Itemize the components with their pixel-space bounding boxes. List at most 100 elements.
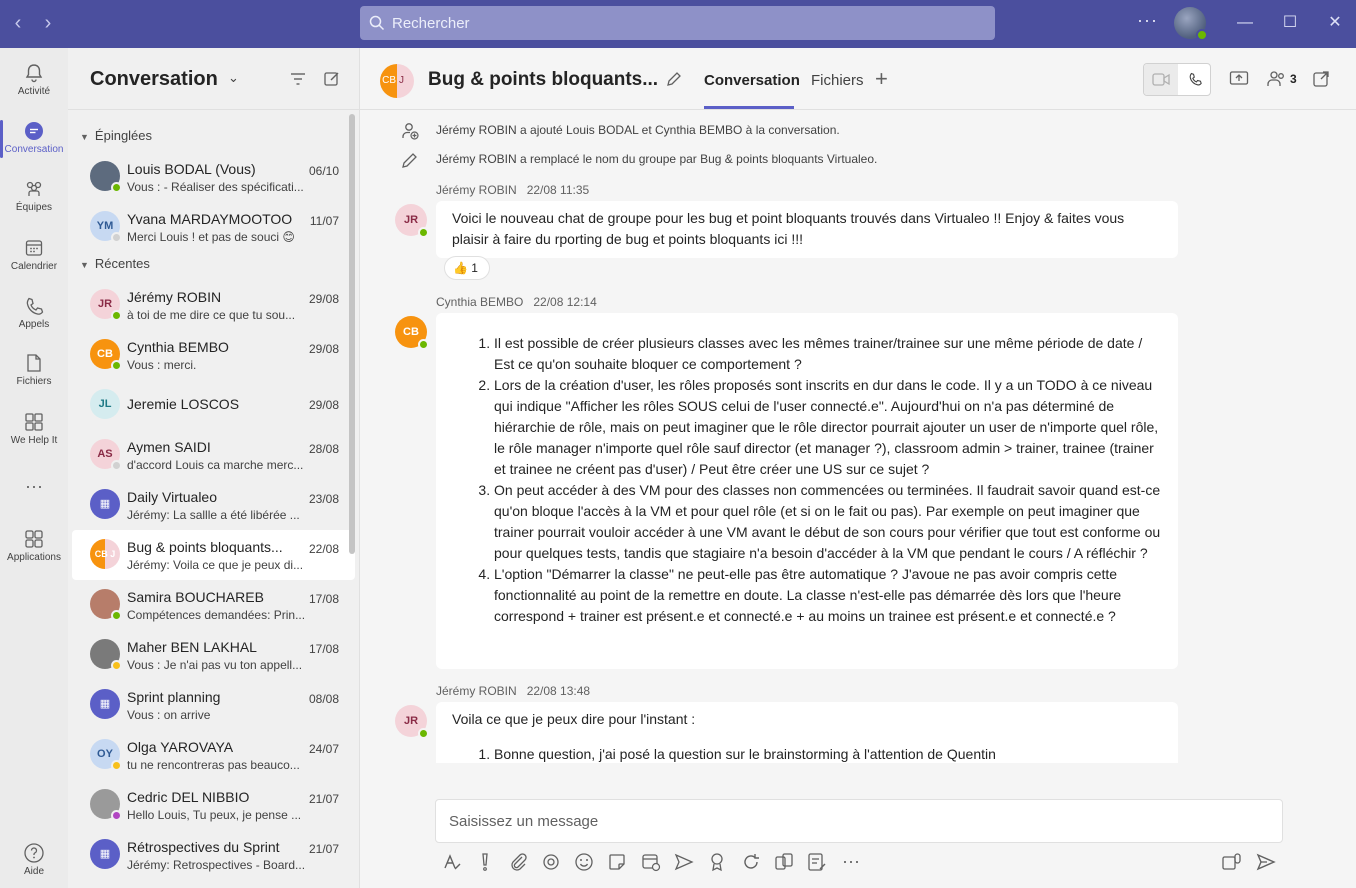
chat-list-item[interactable]: Louis BODAL (Vous) 06/10 Vous : - Réaliser…: [72, 152, 355, 202]
attach-icon[interactable]: [507, 851, 529, 873]
chat-name: Olga YAROVAYA: [127, 739, 234, 755]
chat-list-title[interactable]: Conversation: [90, 68, 218, 91]
avatar-initials: CB: [380, 64, 397, 98]
tab-files[interactable]: Fichiers: [811, 72, 864, 89]
format-text-icon[interactable]: [441, 851, 463, 873]
tab-conversation[interactable]: Conversation: [704, 72, 800, 89]
list-item: On peut accéder à des VM pour des classe…: [494, 480, 1162, 564]
search-bar[interactable]: Rechercher: [360, 6, 995, 40]
send-later-icon[interactable]: [673, 851, 695, 873]
edit-pencil-icon[interactable]: [665, 70, 683, 88]
chat-list-item[interactable]: AS Aymen SAIDI 28/08 d'accord Louis ca marc…: [72, 430, 355, 480]
recent-section-header[interactable]: ▼ Récentes: [80, 256, 150, 271]
audio-call-button[interactable]: [1178, 64, 1212, 95]
rail-item-conversation[interactable]: Conversation: [0, 112, 68, 168]
refresh-icon[interactable]: [740, 851, 762, 873]
avatar: ▦: [90, 839, 120, 869]
participants-button[interactable]: 3: [1266, 69, 1306, 91]
rail-item-activity[interactable]: Activité: [0, 54, 68, 110]
avatar: OY: [90, 739, 122, 771]
avatar[interactable]: CB: [395, 316, 429, 350]
video-call-button[interactable]: [1144, 64, 1178, 95]
dictate-icon[interactable]: [1221, 851, 1243, 873]
avatar-initials: CB J: [94, 549, 116, 559]
conversation-title[interactable]: Bug & points bloquants...: [428, 69, 658, 91]
message-bubble[interactable]: Il est possible de créer plusieurs class…: [436, 313, 1178, 669]
rail-item-we-help-it[interactable]: We Help It: [0, 403, 68, 459]
chat-name: Cedric DEL NIBBIO: [127, 789, 250, 805]
chat-list-item[interactable]: ▦ Daily Virtualeo 23/08 Jérémy: La sallle a…: [72, 480, 355, 530]
list-item: Lors de la création d'user, les rôles pr…: [494, 375, 1162, 480]
praise-icon[interactable]: [706, 851, 728, 873]
teams-icon: [26, 181, 42, 196]
message-time: 22/08 13:48: [526, 684, 591, 698]
avatar: ▦: [90, 689, 120, 719]
compose-box[interactable]: [435, 799, 1283, 843]
important-icon[interactable]: [474, 851, 496, 873]
chat-list-item[interactable]: JL Jeremie LOSCOS 29/08: [72, 380, 355, 430]
user-avatar[interactable]: [1174, 7, 1208, 41]
chat-list-item[interactable]: Cedric DEL NIBBIO 21/07 Hello Louis, Tu pe…: [72, 780, 355, 830]
close-icon[interactable]: ✕: [1324, 12, 1346, 34]
emoji-icon[interactable]: [573, 851, 595, 873]
sticker-icon[interactable]: [606, 851, 628, 873]
chat-preview: Merci Louis ! et pas de souci 😊: [127, 230, 295, 244]
chat-list-item[interactable]: Maher BEN LAKHAL 17/08 Vous : Je n'ai pas …: [72, 630, 355, 680]
chevron-down-icon[interactable]: ⌄: [228, 70, 239, 86]
call-buttons-group: [1143, 63, 1211, 96]
rail-item-teams[interactable]: Équipes: [0, 170, 68, 226]
more-options-icon[interactable]: ···: [1137, 10, 1158, 31]
pinned-section-header[interactable]: ▼ Épinglées: [80, 128, 152, 143]
filter-icon[interactable]: [289, 70, 307, 88]
loop-icon[interactable]: [540, 851, 562, 873]
rail-item-applications[interactable]: Applications: [0, 520, 68, 576]
chat-list-scrollbar[interactable]: [349, 114, 355, 554]
rail-item-calendar[interactable]: Calendrier: [0, 229, 68, 285]
maximize-icon[interactable]: ☐: [1279, 12, 1301, 34]
chat-list-item[interactable]: OY Olga YAROVAYA 24/07 tu ne rencontreras p…: [72, 730, 355, 780]
message-input[interactable]: [436, 800, 1282, 842]
avatar: [90, 639, 122, 671]
back-arrow-icon[interactable]: ‹: [8, 12, 28, 34]
chat-list-item[interactable]: CB J Bug & points bloquants... 22/08 Jérémy…: [72, 530, 355, 580]
pop-out-icon[interactable]: [1312, 70, 1330, 88]
new-chat-icon[interactable]: [323, 70, 341, 88]
chat-list-item[interactable]: Samira BOUCHAREB 17/08 Compétences demandé…: [72, 580, 355, 630]
presence-status-icon: [111, 232, 122, 243]
avatar[interactable]: JR: [395, 204, 429, 238]
chat-list-item[interactable]: YM Yvana MARDAYMOOTOO 11/07 Merci Louis ! e…: [72, 202, 355, 252]
message-time: 22/08 11:35: [526, 183, 590, 197]
avatar: [90, 161, 122, 193]
avatar-initials: JL: [98, 398, 112, 410]
more-apps-icon[interactable]: ···: [0, 468, 68, 524]
reaction-badge[interactable]: 👍 1: [444, 256, 490, 280]
schedule-meeting-icon[interactable]: [640, 851, 662, 873]
message-text: Voila ce que je peux dire pour l'instant…: [452, 711, 696, 727]
share-screen-icon[interactable]: [1229, 70, 1249, 88]
minimize-icon[interactable]: —: [1234, 12, 1256, 34]
approvals-icon[interactable]: [773, 851, 795, 873]
avatar[interactable]: JR: [395, 705, 429, 739]
chat-list-item[interactable]: ▦ Rétrospectives du Sprint 21/07 Jérémy: Re…: [72, 830, 355, 880]
active-tab-indicator: [704, 106, 794, 109]
chat-list-item[interactable]: CB Cynthia BEMBO 29/08 Vous : merci.: [72, 330, 355, 380]
video-camera-icon: [1152, 73, 1170, 86]
chat-icon: [25, 122, 43, 140]
chat-list-item[interactable]: ▦ Sprint planning 08/08 Vous : on arrive: [72, 680, 355, 730]
avatar-initials: CB: [97, 348, 113, 360]
message-bubble[interactable]: Voila ce que je peux dire pour l'instant…: [436, 702, 1178, 763]
add-tab-icon[interactable]: +: [875, 66, 888, 92]
phone-icon: [1189, 72, 1202, 86]
avatar: [90, 589, 122, 621]
send-icon[interactable]: [1255, 851, 1277, 873]
chat-list-item[interactable]: JR Jérémy ROBIN 29/08 à toi de me dire ce q…: [72, 280, 355, 330]
presence-status-icon: [111, 310, 122, 321]
message-bubble[interactable]: Voici le nouveau chat de groupe pour les…: [436, 201, 1178, 258]
rail-item-files[interactable]: Fichiers: [0, 344, 68, 400]
more-actions-icon[interactable]: ···: [842, 851, 860, 872]
forms-icon[interactable]: [806, 851, 828, 873]
rail-label: Aide: [23, 866, 44, 877]
forward-arrow-icon[interactable]: ›: [38, 12, 58, 34]
rail-item-calls[interactable]: Appels: [0, 287, 68, 343]
rail-item-help[interactable]: Aide: [0, 834, 68, 888]
